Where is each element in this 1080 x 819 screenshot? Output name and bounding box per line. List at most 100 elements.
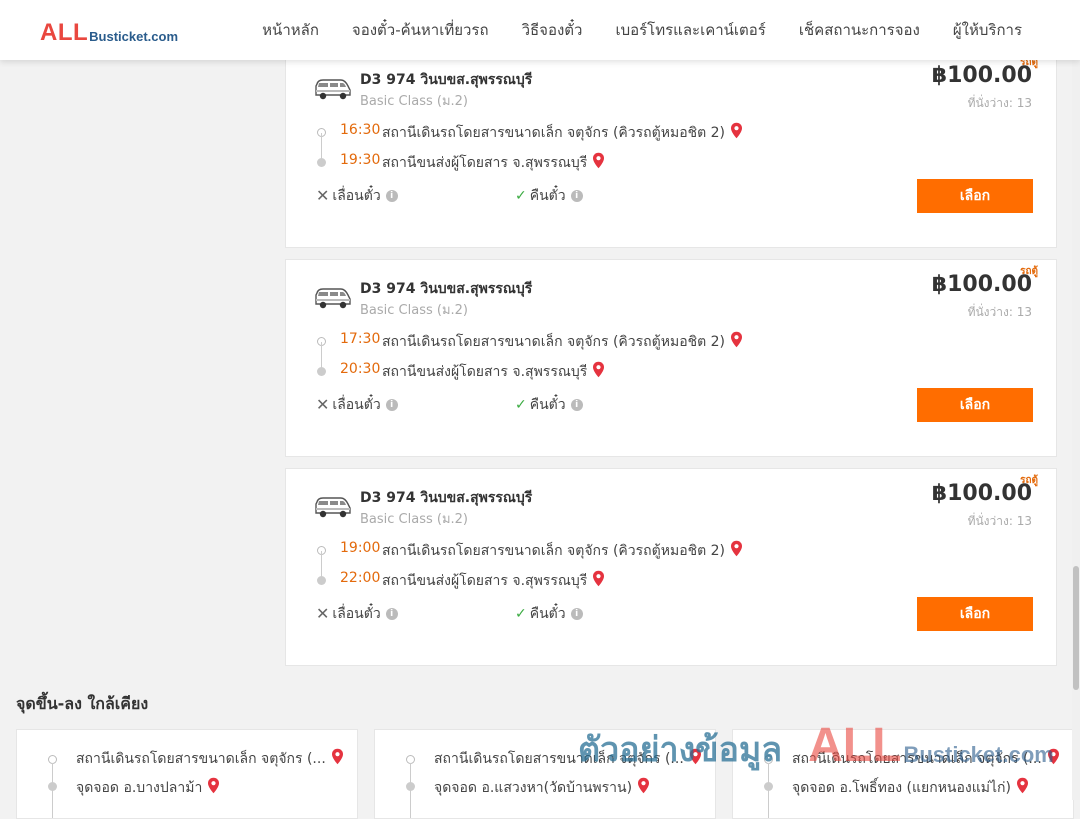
refund-policy: ✓ คืนตั๋ว i [515,603,583,625]
nav-book-search[interactable]: จองตั๋ว-ค้นหาเที่ยวรถ [352,18,489,42]
nearby-to-stop: จุดจอด อ.บางปลาม้า [76,777,220,799]
select-trip-button[interactable]: เลือก [917,388,1033,422]
route-line [410,763,411,818]
bus-route-name: D3 974 วินบขส.สุพรรณบุรี [360,490,533,506]
top-navbar: ALL Busticket.com หน้าหลัก จองตั๋ว-ค้นหา… [0,0,1080,60]
nav-home[interactable]: หน้าหลัก [262,18,319,42]
nav-booking-status[interactable]: เช็คสถานะการจอง [799,18,920,42]
location-pin-icon[interactable] [730,122,743,139]
trip-card: รถตู้ D3 974 วินบขส.สุพรรณบุรี Basic Cla… [285,50,1057,248]
departure-stop-label: สถานีเดินรถโดยสารขนาดเล็ก จตุจักร (คิวรถ… [382,125,726,141]
refund-label: คืนตั๋ว [529,606,566,622]
route-line [321,551,322,579]
seats-available: ที่นั่งว่าง: 13 [967,305,1032,319]
info-icon[interactable]: i [570,190,583,202]
arrival-time: 22:00 [340,570,381,586]
arrival-stop: สถานีขนส่งผู้โดยสาร จ.สุพรรณบุรี [382,361,605,383]
departure-time: 16:30 [340,122,381,138]
info-icon[interactable]: i [385,399,398,411]
x-icon: ✕ [316,395,330,414]
nearby-to-label: จุดจอด อ.โพธิ์ทอง (แยกหนองแม่ไก่) [792,780,1011,796]
location-pin-icon[interactable] [730,331,743,348]
logo-busticket-text: Busticket.com [89,29,179,44]
nearby-from-stop: สถานีเดินรถโดยสารขนาดเล็ก จตุจักร (... [76,748,344,770]
route-end-dot [317,158,326,167]
reschedule-policy: ✕ เลื่อนตั๋ว i [316,603,398,625]
arrival-stop-label: สถานีขนส่งผู้โดยสาร จ.สุพรรณบุรี [382,155,588,171]
arrival-time: 19:30 [340,152,381,168]
location-pin-icon[interactable] [730,540,743,557]
nav-contact-counters[interactable]: เบอร์โทรและเคาน์เตอร์ [615,18,765,42]
site-logo[interactable]: ALL Busticket.com [40,17,178,45]
select-trip-button[interactable]: เลือก [917,179,1033,213]
main-nav: หน้าหลัก จองตั๋ว-ค้นหาเที่ยวรถ วิธีจองตั… [229,0,1022,60]
departure-stop: สถานีเดินรถโดยสารขนาดเล็ก จตุจักร (คิวรถ… [382,122,743,144]
x-icon: ✕ [316,604,330,623]
departure-stop: สถานีเดินรถโดยสารขนาดเล็ก จตุจักร (คิวรถ… [382,331,743,353]
trip-card: รถตู้ D3 974 วินบขส.สุพรรณบุรี Basic Cla… [285,468,1057,666]
refund-label: คืนตั๋ว [529,188,566,204]
reschedule-label: เลื่อนตั๋ว [332,397,381,413]
location-pin-icon[interactable] [689,748,702,765]
ticket-price: ฿100.00 [931,63,1032,88]
route-line [321,342,322,370]
nearby-from-label: สถานีเดินรถโดยสารขนาดเล็ก จตุจักร (... [792,751,1042,767]
nearby-route-card[interactable]: สถานีเดินรถโดยสารขนาดเล็ก จตุจักร (... จ… [732,729,1074,819]
location-pin-icon[interactable] [592,152,605,169]
bus-class: Basic Class (ม.2) [360,512,468,527]
route-line [52,763,53,818]
location-pin-icon[interactable] [331,748,344,765]
nearby-from-stop: สถานีเดินรถโดยสารขนาดเล็ก จตุจักร (... [792,748,1060,770]
seats-available: ที่นั่งว่าง: 13 [967,96,1032,110]
location-pin-icon[interactable] [592,361,605,378]
nav-how-to-book[interactable]: วิธีจองตั๋ว [522,18,583,42]
arrival-stop: สถานีขนส่งผู้โดยสาร จ.สุพรรณบุรี [382,570,605,592]
nearby-to-stop: จุดจอด อ.แสวงหา(วัดบ้านพราน) [434,777,650,799]
route-end-dot [48,782,57,791]
logo-all-text: ALL [40,19,89,46]
location-pin-icon[interactable] [637,777,650,794]
location-pin-icon[interactable] [207,777,220,794]
location-pin-icon[interactable] [1016,777,1029,794]
nearby-to-label: จุดจอด อ.บางปลาม้า [76,780,203,796]
refund-label: คืนตั๋ว [529,397,566,413]
refund-policy: ✓ คืนตั๋ว i [515,394,583,416]
route-end-dot [406,782,415,791]
arrival-stop-label: สถานีขนส่งผู้โดยสาร จ.สุพรรณบุรี [382,573,588,589]
location-pin-icon[interactable] [592,570,605,587]
arrival-time: 20:30 [340,361,381,377]
arrival-stop-label: สถานีขนส่งผู้โดยสาร จ.สุพรรณบุรี [382,364,588,380]
nearby-from-stop: สถานีเดินรถโดยสารขนาดเล็ก จตุจักร (... [434,748,702,770]
route-end-dot [317,367,326,376]
route-line [768,763,769,818]
check-icon: ✓ [515,606,527,622]
reschedule-policy: ✕ เลื่อนตั๋ว i [316,185,398,207]
nearby-route-card[interactable]: สถานีเดินรถโดยสารขนาดเล็ก จตุจักร (... จ… [374,729,716,819]
reschedule-label: เลื่อนตั๋ว [332,188,381,204]
location-pin-icon[interactable] [1047,748,1060,765]
departure-stop-label: สถานีเดินรถโดยสารขนาดเล็ก จตุจักร (คิวรถ… [382,543,726,559]
check-icon: ✓ [515,188,527,204]
info-icon[interactable]: i [570,399,583,411]
info-icon[interactable]: i [570,608,583,620]
route-end-dot [764,782,773,791]
x-icon: ✕ [316,186,330,205]
route-line [321,133,322,161]
bus-route-name: D3 974 วินบขส.สุพรรณบุรี [360,281,533,297]
nearby-route-card[interactable]: สถานีเดินรถโดยสารขนาดเล็ก จตุจักร (... จ… [16,729,358,819]
reschedule-policy: ✕ เลื่อนตั๋ว i [316,394,398,416]
bus-route-name: D3 974 วินบขส.สุพรรณบุรี [360,72,533,88]
select-trip-button[interactable]: เลือก [917,597,1033,631]
info-icon[interactable]: i [385,190,398,202]
arrival-stop: สถานีขนส่งผู้โดยสาร จ.สุพรรณบุรี [382,152,605,174]
departure-stop: สถานีเดินรถโดยสารขนาดเล็ก จตุจักร (คิวรถ… [382,540,743,562]
reschedule-label: เลื่อนตั๋ว [332,606,381,622]
scrollbar-thumb[interactable] [1073,566,1079,690]
info-icon[interactable]: i [385,608,398,620]
nav-operators[interactable]: ผู้ให้บริการ [953,18,1022,42]
nearby-from-label: สถานีเดินรถโดยสารขนาดเล็ก จตุจักร (... [76,751,326,767]
refund-policy: ✓ คืนตั๋ว i [515,185,583,207]
departure-stop-label: สถานีเดินรถโดยสารขนาดเล็ก จตุจักร (คิวรถ… [382,334,726,350]
departure-time: 19:00 [340,540,381,556]
nearby-to-stop: จุดจอด อ.โพธิ์ทอง (แยกหนองแม่ไก่) [792,777,1029,799]
